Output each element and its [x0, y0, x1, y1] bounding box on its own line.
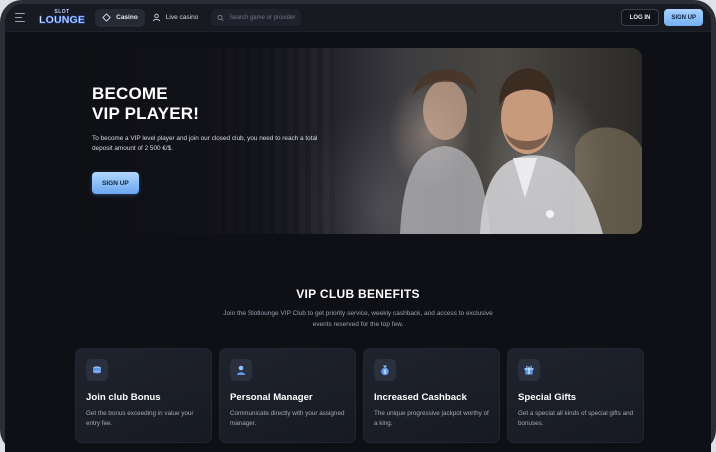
nav-casino[interactable]: Casino: [95, 8, 145, 27]
live-casino-icon: [152, 13, 160, 22]
hero-description: To become a VIP level player and join ou…: [92, 135, 318, 152]
benefit-card-cashback[interactable]: $ Increased Cashback The unique progress…: [363, 348, 500, 443]
nav-live-casino[interactable]: Live casino: [145, 9, 206, 27]
hero-title-line1: BECOME: [92, 84, 168, 103]
menu-icon[interactable]: [15, 11, 29, 25]
header-signup-button[interactable]: SIGN UP: [664, 9, 703, 26]
nav-casino-label: Casino: [116, 14, 138, 21]
search-icon: [217, 14, 224, 21]
benefit-card-description: Get a special all kinds of special gifts…: [518, 410, 634, 427]
nav-live-casino-label: Live casino: [165, 14, 199, 21]
benefit-card-title: Increased Cashback: [374, 392, 467, 403]
screen: SLOT LOUNGE Casino Live casino Search ga…: [5, 4, 711, 452]
benefits-title: VIP CLUB BENEFITS: [296, 287, 420, 301]
gift-icon: [518, 359, 540, 381]
search-input[interactable]: Search game or provider: [211, 9, 302, 26]
top-header: SLOT LOUNGE Casino Live casino Search ga…: [5, 4, 711, 32]
money-bag-icon: $: [374, 359, 396, 381]
benefit-card-description: The unique progressive jackpot worthy of…: [374, 410, 489, 427]
benefit-cards: Join club Bonus Get the bonus exceeding …: [75, 348, 644, 443]
coins-icon: [86, 359, 108, 381]
device-frame: SLOT LOUNGE Casino Live casino Search ga…: [0, 0, 716, 452]
vip-hero-banner: BECOME VIP PLAYER! To become a VIP level…: [75, 48, 642, 234]
benefit-card-title: Special Gifts: [518, 392, 577, 403]
logo-main-text: LOUNGE: [39, 13, 86, 26]
benefit-card-description: Get the bonus exceeding in value your en…: [86, 410, 194, 427]
hero-title-line2: VIP PLAYER!: [92, 104, 200, 123]
benefit-card-gifts[interactable]: Special Gifts Get a special all kinds of…: [507, 348, 644, 443]
benefit-card-title: Join club Bonus: [86, 392, 161, 403]
hero-signup-button[interactable]: SIGN UP: [92, 172, 139, 194]
manager-icon: [230, 359, 252, 381]
benefit-card-description: Communicate directly with your assigned …: [230, 410, 345, 427]
benefit-card-title: Personal Manager: [230, 392, 313, 403]
benefits-subtitle: Join the Slotlounge VIP Club to get prio…: [223, 310, 493, 328]
search-placeholder: Search game or provider: [229, 14, 296, 21]
svg-text:$: $: [384, 369, 387, 375]
hero-text-block: BECOME VIP PLAYER! To become a VIP level…: [92, 84, 332, 154]
login-button[interactable]: LOG IN: [620, 9, 660, 26]
benefit-card-bonus[interactable]: Join club Bonus Get the bonus exceeding …: [75, 348, 212, 443]
site-logo[interactable]: SLOT LOUNGE: [39, 9, 86, 26]
benefit-card-manager[interactable]: Personal Manager Communicate directly wi…: [219, 348, 356, 443]
casino-icon: [102, 13, 111, 22]
hero-title: BECOME VIP PLAYER!: [92, 84, 332, 124]
